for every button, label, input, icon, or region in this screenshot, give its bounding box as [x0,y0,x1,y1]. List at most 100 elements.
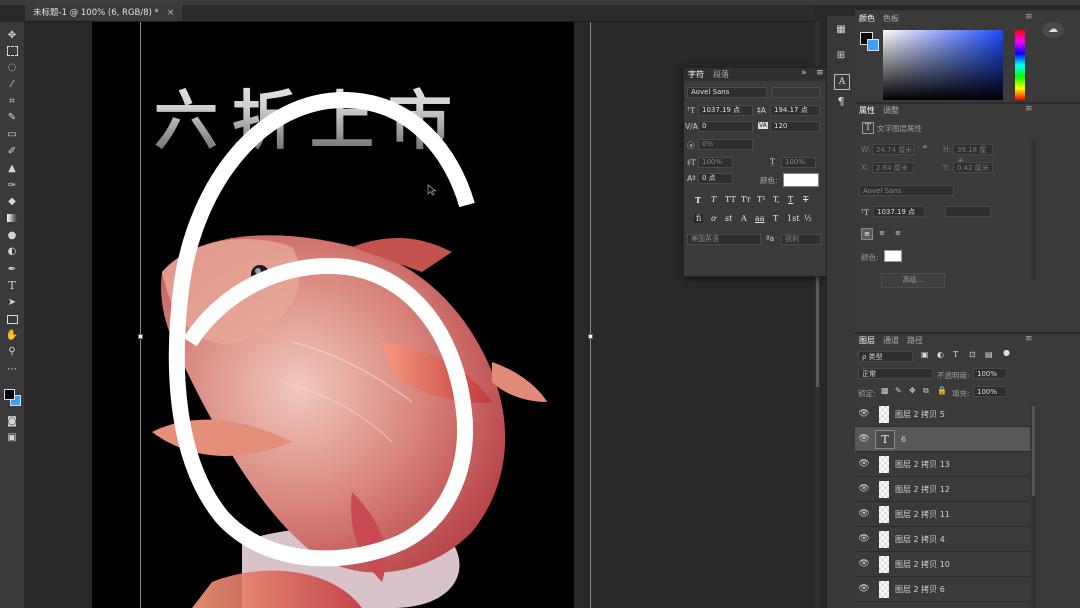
brush-icon[interactable]: ✐ [5,144,19,158]
strikethrough-button[interactable]: T [803,195,808,204]
quick-mask-icon[interactable]: ◙ [5,414,19,428]
tab-adjustments[interactable]: 调整 [883,104,899,118]
history-brush-icon[interactable]: ✑ [5,178,19,192]
type-icon[interactable]: T [5,278,19,292]
ligatures-button[interactable]: ﬁ [694,214,704,223]
visibility-eye-icon[interactable]: 👁 [855,584,873,594]
tsume-field[interactable]: 0% [698,139,753,150]
lock-image-icon[interactable]: ✎ [895,386,902,395]
align-center-button[interactable]: ≡ [877,228,887,238]
baseline-shift-field[interactable]: 0 点 [698,173,733,184]
layer-row[interactable]: 👁 图层 2 拷贝 6 [855,577,1030,602]
collapse-icon[interactable]: » [801,68,807,78]
transform-handle-left[interactable] [138,334,143,339]
screen-mode-icon[interactable]: ▣ [5,430,19,444]
text-color-swatch[interactable] [783,173,819,187]
properties-font-select[interactable]: Aovel Sans [859,185,954,196]
width-field[interactable]: 24.74 厘米 [872,144,914,155]
tracking-field[interactable]: 120 [770,121,820,132]
color-picker-field[interactable] [883,30,1003,100]
dodge-icon[interactable]: ◐ [5,244,19,258]
blend-mode-select[interactable]: 正常 [858,368,933,379]
layers-scrollbar[interactable] [1031,402,1036,608]
clone-stamp-icon[interactable]: ▲ [5,161,19,175]
height-field[interactable]: 39.18 厘米 [953,144,993,165]
align-right-button[interactable]: ≡ [893,228,903,238]
character-panel-icon[interactable]: A [834,74,850,90]
swash-button[interactable]: st [725,214,732,223]
properties-toggle-icon[interactable]: ⊞ [834,48,848,62]
underline-button[interactable]: T [788,195,793,204]
tab-properties[interactable]: 属性 [859,104,875,118]
guide-line-left[interactable] [140,22,141,608]
tab-paths[interactable]: 路径 [907,334,923,348]
fill-field[interactable]: 100% [973,386,1007,397]
guide-line-right[interactable] [590,22,591,608]
all-caps-button[interactable]: TT [725,195,736,204]
link-icon[interactable]: ⚭ [921,143,929,153]
visibility-eye-icon[interactable]: 👁 [855,434,873,444]
path-selection-icon[interactable]: ➤ [5,295,19,309]
foreground-background-icon[interactable] [3,388,21,406]
font-size-field[interactable]: 1037.19 点 [698,105,753,116]
titling-alternates-button[interactable]: aa [755,214,765,223]
properties-scrollbar[interactable] [1031,140,1036,280]
document-tab[interactable]: 未标题-1 @ 100% (6, RGB/8) * × [25,5,183,21]
tab-paragraph[interactable]: 段落 [713,69,729,80]
tab-swatches[interactable]: 色板 [883,12,899,26]
filter-pixel-icon[interactable]: ▣ [921,350,929,359]
layer-row[interactable]: 👁 图层 2 拷贝 5 [855,402,1030,427]
subscript-button[interactable]: T, [773,195,780,204]
numeral-six-shape[interactable] [92,22,574,608]
artboard[interactable]: 六折上市 [92,22,574,608]
language-select[interactable]: 美国英语 [687,234,761,245]
color-panel-menu-icon[interactable]: ≡ [1025,12,1033,22]
opacity-field[interactable]: 100% [973,368,1007,379]
lasso-icon[interactable]: ◌ [5,60,19,74]
healing-brush-icon[interactable]: ▭ [5,127,19,141]
leading-field[interactable]: 194.17 点 [770,105,820,116]
properties-color-swatch[interactable] [884,250,902,262]
horizontal-scale-field[interactable]: 100% [781,157,816,168]
tab-layers[interactable]: 图层 [859,334,875,348]
lock-position-icon[interactable]: ✥ [909,386,916,395]
rectangle-icon[interactable] [5,312,19,326]
y-field[interactable]: 0.42 厘米 [953,162,993,173]
antialias-select[interactable]: 锐利 [781,234,821,245]
superscript-button[interactable]: T¹ [757,195,766,204]
cc-libraries-icon[interactable]: ☁ [1042,22,1064,38]
stylistic-alternates-button[interactable]: A [741,214,747,223]
layer-row[interactable]: 👁 图层 2 拷贝 12 [855,477,1030,502]
tab-character[interactable]: 字符 [688,69,704,80]
lock-artboard-icon[interactable]: ⧉ [923,386,929,396]
layer-filter-select[interactable]: ρ 类型 [858,351,913,362]
faux-bold-button[interactable]: T [695,195,701,205]
lock-all-icon[interactable]: 🔒 [937,386,947,395]
pen-icon[interactable]: ✒ [5,262,19,276]
gradient-icon[interactable] [5,211,19,225]
history-icon[interactable]: ▦ [834,22,848,36]
fractions-button[interactable]: ½ [804,214,812,223]
visibility-eye-icon[interactable]: 👁 [855,534,873,544]
layer-row[interactable]: 👁 图层 2 拷贝 11 [855,502,1030,527]
align-left-button[interactable]: ≡ [861,228,873,240]
properties-menu-icon[interactable]: ≡ [1025,104,1033,114]
background-color-swatch[interactable] [867,39,879,51]
filter-adjustment-icon[interactable]: ◐ [937,350,944,359]
hue-slider[interactable] [1015,30,1025,100]
visibility-eye-icon[interactable]: 👁 [855,509,873,519]
ordinals-button[interactable]: 1st [787,214,799,223]
filter-type-icon[interactable]: T [953,350,958,359]
more-tools-icon[interactable]: ⋯ [5,362,19,376]
panel-menu-icon[interactable]: ≡ [816,68,824,78]
discretionary-ligatures-button[interactable]: ơ [711,214,716,223]
filter-toggle-icon[interactable]: ● [1003,348,1010,357]
font-style-select[interactable] [772,87,820,98]
visibility-eye-icon[interactable]: 👁 [855,409,873,419]
eyedropper-icon[interactable]: ✎ [5,110,19,124]
faux-italic-button[interactable]: T [711,195,716,204]
filter-smart-object-icon[interactable]: ▤ [985,350,993,359]
blur-icon[interactable]: ● [5,228,19,242]
close-icon[interactable]: × [167,5,175,21]
filter-shape-icon[interactable]: ⊡ [969,350,976,359]
